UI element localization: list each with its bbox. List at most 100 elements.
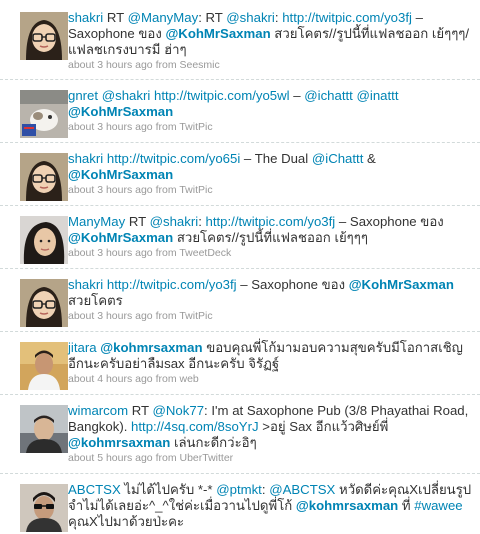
tweet-username-link[interactable]: jitara: [68, 340, 97, 355]
tweet-body: ABCTSX ไม่ได้ไปครับ *-* @ptmkt: @ABCTSX …: [68, 482, 472, 530]
tweet-item: shakri RT @ManyMay: RT @shakri: http://t…: [0, 0, 480, 80]
tweet-timestamp-link[interactable]: about 3 hours ago: [68, 247, 153, 259]
mention-link[interactable]: @iChattt: [312, 151, 364, 166]
tweet-username-link[interactable]: shakri: [68, 151, 103, 166]
tweet-text: RT: [128, 403, 153, 418]
mention-link[interactable]: @shakri: [150, 214, 199, 229]
tweet-username-link[interactable]: shakri: [68, 10, 103, 25]
tweet-body: shakri RT @ManyMay: RT @shakri: http://t…: [68, 10, 472, 73]
tweet-source-link[interactable]: TwitPic: [179, 184, 212, 196]
mention-link[interactable]: @shakri: [226, 10, 275, 25]
tweet-item: gnret @shakri http://twitpic.com/yo5wl –…: [0, 80, 480, 143]
tweet-username-link[interactable]: shakri: [68, 277, 103, 292]
tweet-username-link[interactable]: wimarcom: [68, 403, 128, 418]
tweet-source-link[interactable]: TweetDeck: [179, 247, 231, 259]
tweet-timestamp-link[interactable]: about 3 hours ago: [68, 121, 153, 133]
avatar-manymay[interactable]: [20, 216, 68, 264]
mention-link[interactable]: @Nok77: [153, 403, 205, 418]
tweet-text: สวยโคตร//รูปนี้ที่แฟลชออก เย้ๆๆๆ: [173, 230, 368, 245]
tweet-text: –: [289, 88, 305, 103]
tweet-url-link[interactable]: http://twitpic.com/yo5wl: [154, 88, 290, 103]
avatar-cat[interactable]: [20, 90, 68, 138]
tweet-source-link[interactable]: Seesmic: [180, 59, 220, 71]
mention-link-highlighted[interactable]: @KohMrSaxman: [165, 26, 270, 41]
mention-link-highlighted[interactable]: @KohMrSaxman: [68, 230, 173, 245]
tweet-text: : RT: [198, 10, 227, 25]
tweet-username-link[interactable]: ManyMay: [68, 214, 125, 229]
tweet-meta: about 3 hours ago from TwitPic: [68, 309, 472, 324]
tweet-text: เล่นกะดีกว่ะอิๆ: [170, 435, 257, 450]
tweet-username-link[interactable]: ABCTSX: [68, 482, 121, 497]
tweet-source-link[interactable]: TwitPic: [179, 310, 212, 322]
mention-link-highlighted[interactable]: @KohMrSaxman: [349, 277, 454, 292]
tweet-meta: about 4 hours ago from web: [68, 372, 472, 387]
mention-link-highlighted[interactable]: @KohMrSaxman: [68, 104, 173, 119]
tweet-source-prefix: from: [152, 452, 180, 464]
tweet-body: shakri http://twitpic.com/yo3fj – Saxoph…: [68, 277, 472, 324]
mention-link[interactable]: @ABCTSX: [269, 482, 335, 497]
tweet-meta: about 5 hours ago from UberTwitter: [68, 451, 472, 466]
tweet-text: &: [363, 151, 376, 166]
tweet-body: shakri http://twitpic.com/yo65i – The Du…: [68, 151, 472, 198]
mention-link-highlighted[interactable]: @kohmrsaxman: [100, 340, 202, 355]
tweet-body: ManyMay RT @shakri: http://twitpic.com/y…: [68, 214, 472, 261]
tweet-timestamp-link[interactable]: about 5 hours ago: [68, 452, 153, 464]
tweet-text: คุณXไปมาด้วยป่ะคะ: [68, 514, 185, 529]
tweet-text: สวยโคตร: [68, 293, 123, 308]
tweet-meta: about 3 hours ago from Seesmic: [68, 58, 472, 73]
tweet-timestamp-link[interactable]: about 3 hours ago: [68, 310, 153, 322]
tweet-url-link[interactable]: http://twitpic.com/yo3fj: [107, 277, 237, 292]
avatar-jitara[interactable]: [20, 342, 68, 390]
mention-link-highlighted[interactable]: @KohMrSaxman: [68, 167, 173, 182]
mention-link[interactable]: @ichattt: [304, 88, 353, 103]
avatar-girl-glasses[interactable]: [20, 153, 68, 201]
hashtag-link[interactable]: #wawee: [414, 498, 462, 513]
tweet-text: – Saxophone ของ: [335, 214, 444, 229]
mention-link[interactable]: @inattt: [357, 88, 399, 103]
tweet-source-prefix: from: [152, 247, 180, 259]
tweet-url-link[interactable]: http://twitpic.com/yo3fj: [282, 10, 412, 25]
tweet-text: >อยู่ Sax อีกแว้วศิษย์พี่: [258, 419, 389, 434]
tweet-meta: about 3 hours ago from TwitPic: [68, 120, 472, 135]
avatar-wimarcom[interactable]: [20, 405, 68, 453]
tweet-text: :: [198, 214, 206, 229]
tweet-timestamp-link[interactable]: about 3 hours ago: [68, 59, 153, 71]
tweet-source-prefix: from: [152, 184, 180, 196]
mention-link[interactable]: @shakri: [102, 88, 151, 103]
avatar-abctsx[interactable]: [20, 484, 68, 532]
tweet-item: ABCTSX ไม่ได้ไปครับ *-* @ptmkt: @ABCTSX …: [0, 474, 480, 534]
tweet-meta: about 3 hours ago from TwitPic: [68, 183, 472, 198]
tweet-timestamp-link[interactable]: about 4 hours ago: [68, 373, 153, 385]
tweet-source-prefix: from: [152, 373, 180, 385]
mention-link[interactable]: @ptmkt: [216, 482, 262, 497]
tweet-url-link[interactable]: http://4sq.com/8soYrJ: [131, 419, 259, 434]
tweet-text: ไม่ได้ไปครับ *-*: [120, 482, 217, 497]
tweet-source-prefix: from: [152, 59, 180, 71]
tweet-url-link[interactable]: http://twitpic.com/yo65i: [107, 151, 240, 166]
tweet-source-link[interactable]: web: [180, 373, 199, 385]
avatar-girl-glasses[interactable]: [20, 12, 68, 60]
tweet-item: shakri http://twitpic.com/yo65i – The Du…: [0, 143, 480, 206]
tweet-item: jitara @kohmrsaxman ขอบคุณพี่โก้มามอบควา…: [0, 332, 480, 395]
tweet-source-link[interactable]: UberTwitter: [180, 452, 234, 464]
tweet-meta: about 3 hours ago from TweetDeck: [68, 246, 472, 261]
mention-link[interactable]: @ManyMay: [128, 10, 199, 25]
tweet-username-link[interactable]: gnret: [68, 88, 98, 103]
tweet-item: wimarcom RT @Nok77: I'm at Saxophone Pub…: [0, 395, 480, 474]
avatar-girl-glasses[interactable]: [20, 279, 68, 327]
tweet-source-link[interactable]: TwitPic: [179, 121, 212, 133]
tweet-body: wimarcom RT @Nok77: I'm at Saxophone Pub…: [68, 403, 472, 466]
mention-link-highlighted[interactable]: @kohmrsaxman: [68, 435, 170, 450]
tweet-item: ManyMay RT @shakri: http://twitpic.com/y…: [0, 206, 480, 269]
tweet-text: – Saxophone ของ: [236, 277, 349, 292]
mention-link-highlighted[interactable]: @kohmrsaxman: [296, 498, 398, 513]
tweet-body: gnret @shakri http://twitpic.com/yo5wl –…: [68, 88, 472, 135]
tweet-body: jitara @kohmrsaxman ขอบคุณพี่โก้มามอบควา…: [68, 340, 472, 387]
tweet-url-link[interactable]: http://twitpic.com/yo3fj: [206, 214, 336, 229]
tweet-item: shakri http://twitpic.com/yo3fj – Saxoph…: [0, 269, 480, 332]
tweet-source-prefix: from: [152, 121, 180, 133]
tweet-text: RT: [125, 214, 150, 229]
tweet-text: – The Dual: [240, 151, 312, 166]
tweet-text: RT: [103, 10, 128, 25]
tweet-timestamp-link[interactable]: about 3 hours ago: [68, 184, 153, 196]
